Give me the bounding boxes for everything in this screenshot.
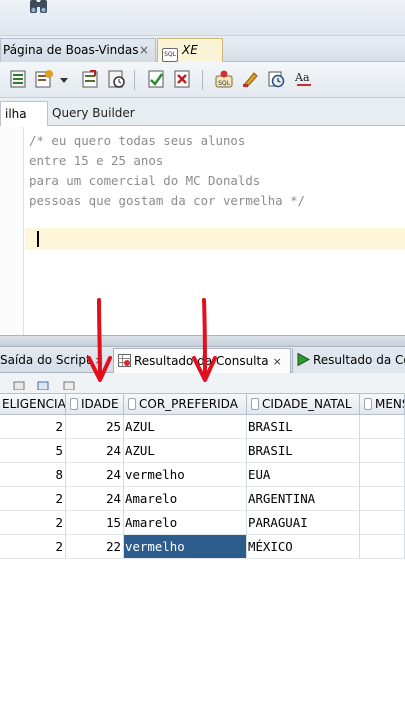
sort-icon[interactable]: [251, 398, 259, 410]
column-header-label: ELIGENCIA: [2, 397, 66, 411]
column-header[interactable]: IDADE: [66, 393, 124, 415]
format-icon[interactable]: Aa: [294, 69, 314, 89]
run-statement-icon[interactable]: [8, 69, 28, 89]
column-header-label: CIDADE_NATAL: [262, 397, 352, 411]
worksheet-toolbar: SQL Aa: [0, 62, 405, 98]
document-tabs: Página de Boas-Vindas × SQL XE: [0, 36, 405, 62]
table-cell[interactable]: BRASIL: [247, 415, 360, 439]
column-header-label: COR_PREFERIDA: [139, 397, 238, 411]
red-arrow-annotation: [87, 298, 112, 382]
red-arrow-annotation: [192, 298, 217, 382]
text-caret: [37, 231, 39, 247]
table-cell[interactable]: [360, 463, 405, 487]
dropdown-icon[interactable]: [58, 69, 70, 89]
svg-text:SQL: SQL: [218, 80, 231, 87]
table-cell[interactable]: BRASIL: [247, 439, 360, 463]
sort-icon[interactable]: [364, 398, 372, 410]
table-cell[interactable]: 22: [66, 535, 124, 559]
table-cell[interactable]: 8: [0, 463, 66, 487]
column-header-label: MENS: [375, 397, 404, 411]
table-cell[interactable]: Amarelo: [124, 487, 247, 511]
code-line[interactable]: para um comercial do MC Donalds: [29, 171, 260, 191]
code-line[interactable]: entre 15 e 25 anos: [29, 151, 163, 171]
column-header-label: IDADE: [81, 397, 119, 411]
table-cell[interactable]: AZUL: [124, 415, 247, 439]
run-script-icon[interactable]: [34, 69, 54, 89]
autotrace-icon[interactable]: [172, 69, 192, 89]
refresh-icon[interactable]: [36, 376, 50, 390]
export-icon[interactable]: [62, 376, 76, 390]
sort-icon[interactable]: [128, 398, 136, 410]
table-cell[interactable]: 15: [66, 511, 124, 535]
code-line[interactable]: /* eu quero todas seus alunos: [29, 131, 245, 151]
close-icon[interactable]: ×: [273, 355, 282, 368]
table-cell[interactable]: 24: [66, 487, 124, 511]
table-cell[interactable]: 2: [0, 487, 66, 511]
clear-icon[interactable]: [240, 69, 260, 89]
column-header[interactable]: CIDADE_NATAL: [247, 393, 360, 415]
table-cell[interactable]: 24: [66, 463, 124, 487]
table-cell[interactable]: Amarelo: [124, 511, 247, 535]
table-cell[interactable]: AZUL: [124, 439, 247, 463]
explain-plan-icon[interactable]: [146, 69, 166, 89]
toolbar-separator: [134, 70, 135, 90]
table-cell[interactable]: [360, 439, 405, 463]
window-title-bar: [0, 0, 405, 36]
table-cell[interactable]: 2: [0, 511, 66, 535]
table-cell[interactable]: vermelho: [124, 463, 247, 487]
history-icon[interactable]: [266, 69, 286, 89]
column-header[interactable]: ELIGENCIA: [0, 393, 66, 415]
code-line[interactable]: pessoas que gostam da cor vermelha */: [29, 191, 305, 211]
table-cell[interactable]: [360, 415, 405, 439]
sql-tuning-icon[interactable]: SQL: [214, 69, 234, 89]
table-cell[interactable]: PARAGUAI: [247, 511, 360, 535]
sort-icon[interactable]: [70, 398, 78, 410]
table-cell[interactable]: [360, 487, 405, 511]
pin-icon[interactable]: [12, 376, 26, 390]
toolbar-separator: [202, 70, 203, 90]
tab-welcome-page[interactable]: Página de Boas-Vindas ×: [0, 38, 156, 62]
table-cell[interactable]: 5: [0, 439, 66, 463]
close-icon[interactable]: ×: [139, 39, 149, 61]
tab-query-result-2-label: Resultado da Co: [313, 353, 405, 367]
table-cell[interactable]: 2: [0, 535, 66, 559]
binoculars-icon[interactable]: [28, 0, 50, 16]
table-cell[interactable]: [360, 511, 405, 535]
table-cell[interactable]: ARGENTINA: [247, 487, 360, 511]
sql-worksheet-icon: SQL: [162, 48, 178, 62]
run-icon: [297, 353, 310, 366]
current-line-highlight: [25, 228, 405, 250]
table-cell[interactable]: EUA: [247, 463, 360, 487]
worksheet-subtabs: ilha Query Builder: [0, 98, 405, 126]
commit-icon[interactable]: [80, 69, 100, 89]
tab-worksheet[interactable]: ilha: [0, 101, 48, 126]
tab-xe-worksheet[interactable]: SQL XE: [157, 38, 223, 62]
table-cell[interactable]: 25: [66, 415, 124, 439]
grid-result-icon: [118, 354, 131, 367]
tab-script-output-label: Saída do Script: [0, 353, 91, 367]
table-cell[interactable]: vermelho: [124, 535, 247, 559]
svg-text:Aa: Aa: [294, 71, 310, 84]
tab-query-result-2[interactable]: Resultado da Co: [292, 348, 405, 373]
editor-gutter: [0, 127, 24, 335]
tab-welcome-label: Página de Boas-Vindas: [3, 43, 139, 57]
tab-query-builder[interactable]: Query Builder: [48, 101, 139, 126]
table-cell[interactable]: 24: [66, 439, 124, 463]
tab-xe-label: XE: [182, 43, 198, 57]
table-cell[interactable]: 2: [0, 415, 66, 439]
table-cell[interactable]: MÉXICO: [247, 535, 360, 559]
rollback-icon[interactable]: [106, 69, 126, 89]
column-header[interactable]: COR_PREFERIDA: [124, 393, 247, 415]
column-header[interactable]: MENS: [360, 393, 405, 415]
table-cell[interactable]: [360, 535, 405, 559]
